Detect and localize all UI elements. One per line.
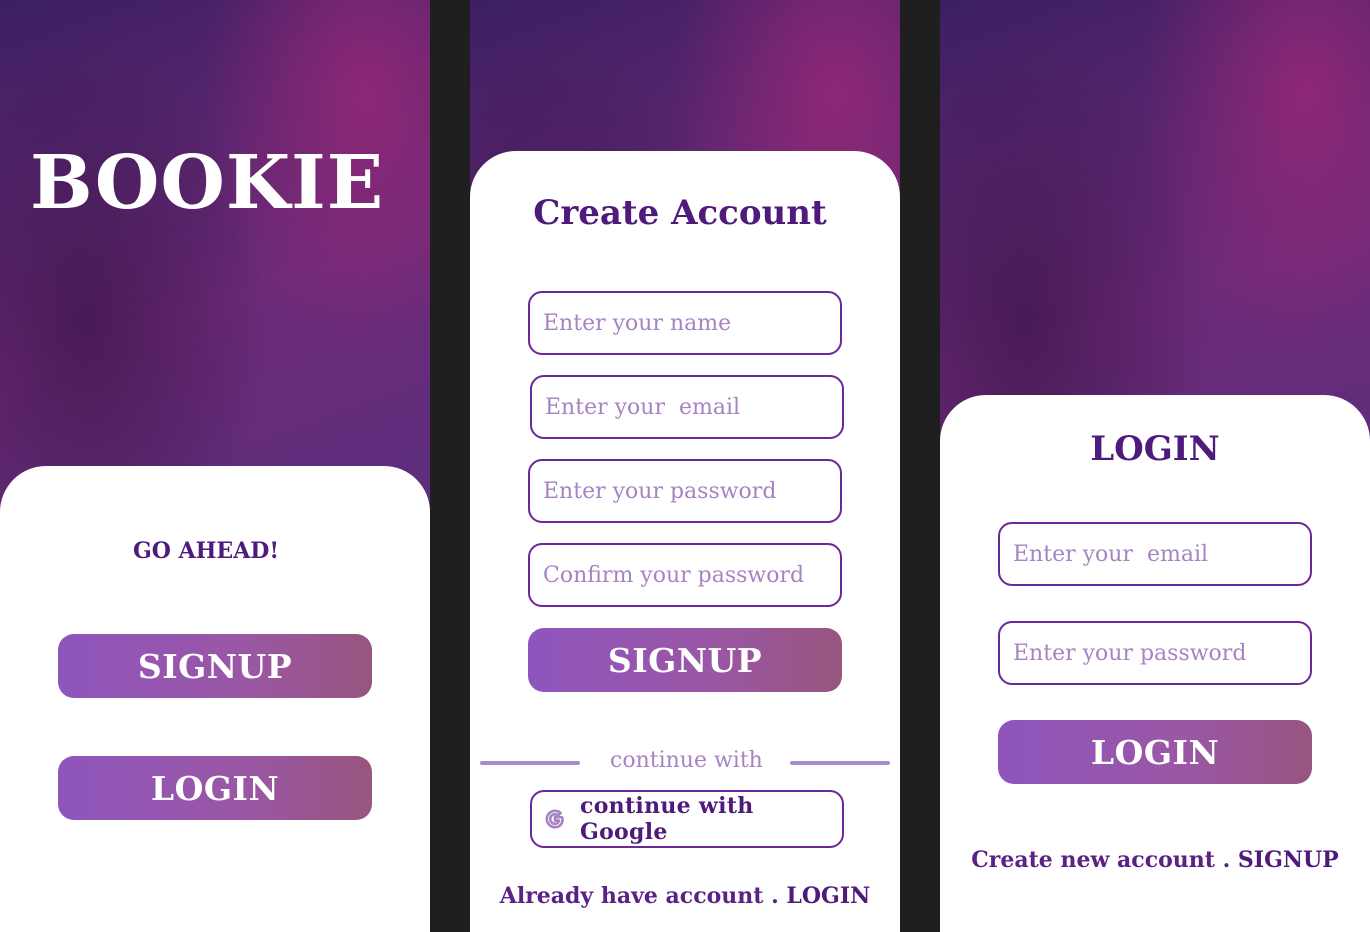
- goto-signup-link[interactable]: SIGNUP: [1238, 847, 1339, 873]
- brand-logo-text: BOOKIE: [30, 140, 385, 226]
- welcome-screen: BOOKIE GO AHEAD! SIGNUP LOGIN: [0, 0, 430, 932]
- confirm-password-input[interactable]: [530, 545, 840, 605]
- divider-text: continue with: [610, 748, 763, 773]
- divider-right: [790, 761, 890, 765]
- email-field[interactable]: [530, 375, 844, 439]
- name-field[interactable]: [528, 291, 842, 355]
- login-email-field[interactable]: [998, 522, 1312, 586]
- goto-login-link[interactable]: LOGIN: [786, 883, 870, 909]
- login-submit-button[interactable]: LOGIN: [998, 720, 1312, 784]
- google-icon: [544, 808, 566, 830]
- confirm-password-field[interactable]: [528, 543, 842, 607]
- signup-button[interactable]: SIGNUP: [58, 634, 372, 698]
- page-title: Create Account: [533, 193, 827, 233]
- email-input[interactable]: [532, 377, 842, 437]
- signup-screen: Create Account SIGNUP continue with cont…: [470, 0, 900, 932]
- login-button[interactable]: LOGIN: [58, 756, 372, 820]
- login-card: LOGIN LOGIN Create new account . SIGNUP: [940, 395, 1370, 932]
- google-signin-button[interactable]: continue with Google: [530, 790, 844, 848]
- name-input[interactable]: [530, 293, 840, 353]
- signup-card: Create Account SIGNUP continue with cont…: [470, 151, 900, 932]
- page-title: LOGIN: [1090, 429, 1220, 469]
- signup-submit-button[interactable]: SIGNUP: [528, 628, 842, 692]
- login-email-input[interactable]: [1000, 524, 1310, 584]
- divider-left: [480, 761, 580, 765]
- password-input[interactable]: [530, 461, 840, 521]
- login-footer: Create new account . SIGNUP: [940, 847, 1370, 873]
- google-button-label: continue with Google: [580, 793, 754, 845]
- login-password-input[interactable]: [1000, 623, 1310, 683]
- login-screen: LOGIN LOGIN Create new account . SIGNUP: [940, 0, 1370, 932]
- password-field[interactable]: [528, 459, 842, 523]
- welcome-card: GO AHEAD! SIGNUP LOGIN: [0, 466, 430, 932]
- signup-footer-text: Already have account .: [499, 883, 787, 909]
- signup-footer: Already have account . LOGIN: [470, 883, 900, 909]
- tagline: GO AHEAD!: [132, 538, 280, 564]
- login-password-field[interactable]: [998, 621, 1312, 685]
- login-footer-text: Create new account .: [971, 847, 1238, 873]
